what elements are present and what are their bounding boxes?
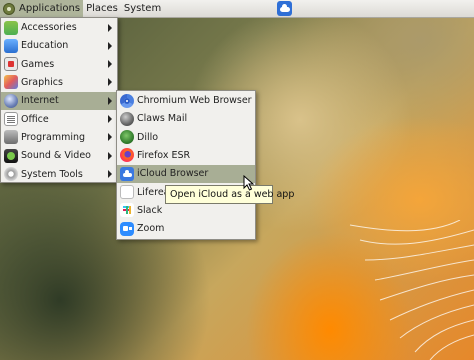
menu-item-label: iCloud Browser xyxy=(137,168,209,180)
accessories-icon xyxy=(4,20,18,35)
system-menu-button[interactable]: System xyxy=(121,0,164,17)
menu-item-system-tools[interactable]: System Tools xyxy=(1,165,117,183)
submenu-arrow-icon xyxy=(108,96,112,105)
dillo-icon xyxy=(120,130,134,145)
menu-item-slack[interactable]: Slack xyxy=(117,201,255,219)
submenu-arrow-icon xyxy=(108,169,112,178)
menu-item-programming[interactable]: Programming xyxy=(1,128,117,146)
icloud-icon xyxy=(279,4,290,12)
wallpaper-feathers-decoration xyxy=(349,220,474,360)
internet-submenu: Chromium Web Browser Claws Mail Dillo Fi… xyxy=(116,90,256,240)
menu-item-icloud-browser[interactable]: iCloud Browser xyxy=(117,164,255,183)
menu-item-label: Firefox ESR xyxy=(137,150,191,162)
menu-item-label: Office xyxy=(21,113,49,125)
system-tools-icon xyxy=(4,166,18,181)
claws-mail-icon xyxy=(120,111,134,126)
menu-item-label: Internet xyxy=(21,95,59,107)
menu-item-label: Sound & Video xyxy=(21,150,91,162)
menu-item-label: Zoom xyxy=(137,223,165,235)
menu-item-sound-video[interactable]: Sound & Video xyxy=(1,147,117,165)
menu-item-label: Accessories xyxy=(21,22,77,34)
menu-item-accessories[interactable]: Accessories xyxy=(1,19,117,37)
applications-logo-icon xyxy=(3,2,15,15)
menu-item-graphics[interactable]: Graphics xyxy=(1,73,117,91)
office-icon xyxy=(4,112,18,126)
menu-item-label: Dillo xyxy=(137,131,159,143)
menu-item-label: Graphics xyxy=(21,77,63,89)
submenu-arrow-icon xyxy=(108,60,112,69)
submenu-arrow-icon xyxy=(108,23,112,32)
icloud-launcher-button[interactable] xyxy=(277,1,292,16)
menu-item-zoom[interactable]: Zoom xyxy=(117,220,255,238)
menu-item-label: Games xyxy=(21,58,55,70)
menu-item-games[interactable]: Games xyxy=(1,55,117,73)
submenu-arrow-icon xyxy=(108,115,112,123)
education-icon xyxy=(4,38,18,53)
chromium-icon xyxy=(120,93,134,108)
games-icon xyxy=(4,57,18,72)
submenu-arrow-icon xyxy=(108,151,112,160)
internet-icon xyxy=(4,93,18,108)
places-menu-button[interactable]: Places xyxy=(83,0,121,17)
menu-item-internet[interactable]: Internet xyxy=(1,91,117,110)
graphics-icon xyxy=(4,75,18,90)
liferea-icon xyxy=(120,185,134,199)
menu-item-label: System Tools xyxy=(21,168,83,180)
submenu-arrow-icon xyxy=(108,41,112,50)
tooltip: Open iCloud as a web app xyxy=(165,185,294,204)
applications-menu-button[interactable]: Applications xyxy=(0,0,84,17)
submenu-arrow-icon xyxy=(108,133,112,142)
top-panel: Applications Places System xyxy=(0,0,474,18)
menu-item-chromium[interactable]: Chromium Web Browser xyxy=(117,92,255,110)
submenu-arrow-icon xyxy=(108,78,112,87)
menu-item-office[interactable]: Office xyxy=(1,110,117,128)
icloud-icon xyxy=(120,166,134,181)
applications-label: Applications xyxy=(19,3,81,14)
menu-item-firefox[interactable]: Firefox ESR xyxy=(117,146,255,164)
menu-item-label: Chromium Web Browser xyxy=(137,95,252,107)
slack-icon xyxy=(120,203,134,218)
menu-item-label: Slack xyxy=(137,204,163,216)
menu-item-label: Programming xyxy=(21,131,86,143)
firefox-icon xyxy=(120,148,134,163)
applications-menu: Accessories Education Games Graphics Int… xyxy=(0,17,118,183)
menu-item-label: Claws Mail xyxy=(137,113,188,125)
menu-item-education[interactable]: Education xyxy=(1,37,117,55)
sound-video-icon xyxy=(4,148,18,163)
zoom-icon xyxy=(120,221,134,236)
menu-item-label: Education xyxy=(21,40,69,52)
programming-icon xyxy=(4,130,18,145)
menu-item-dillo[interactable]: Dillo xyxy=(117,128,255,146)
menu-item-claws-mail[interactable]: Claws Mail xyxy=(117,110,255,128)
